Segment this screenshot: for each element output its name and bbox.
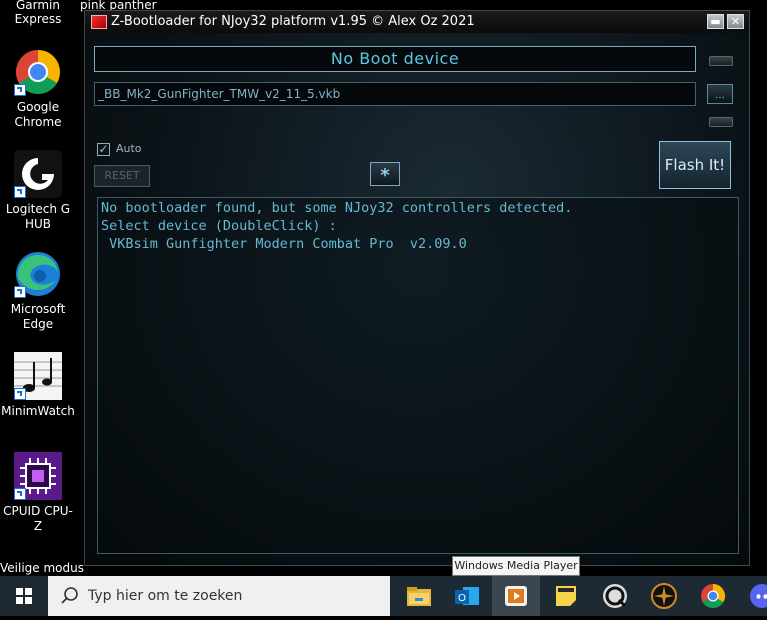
shortcut-arrow-icon	[14, 488, 26, 500]
window-title: Z-Bootloader for NJoy32 platform v1.95 ©…	[111, 11, 475, 33]
edge-icon	[14, 250, 62, 298]
shortcut-arrow-icon	[14, 84, 26, 96]
edge-label-line2: Edge	[0, 317, 76, 332]
close-button[interactable]: ✕	[727, 14, 744, 29]
shortcut-arrow-icon	[14, 286, 26, 298]
desktop-icon-cpu-z[interactable]: CPUID CPU-Z	[0, 452, 76, 534]
side-button-top[interactable]	[709, 56, 733, 66]
windows-media-player-icon[interactable]	[502, 582, 530, 610]
sticky-notes-icon[interactable]	[552, 582, 580, 610]
windows-logo-icon	[0, 576, 48, 616]
log-line: Select device (DoubleClick) :	[101, 217, 735, 235]
shortcut-arrow-icon	[14, 186, 26, 198]
taskbar-tooltip: Windows Media Player	[452, 556, 580, 576]
reset-button[interactable]: RESET	[94, 165, 150, 187]
search-icon	[60, 586, 80, 606]
garmin-label-line2: Express	[0, 12, 76, 26]
window-client-area: No Boot device _BB_Mk2_GunFighter_TMW_v2…	[85, 33, 749, 565]
edge-label-line1: Microsoft	[0, 302, 76, 317]
app-icon	[91, 15, 107, 29]
auto-checkbox[interactable]: ✓	[97, 143, 110, 156]
auto-checkbox-label: Auto	[116, 142, 142, 155]
file-explorer-icon[interactable]	[405, 582, 433, 610]
chrome-label-line1: Google	[0, 100, 76, 115]
taskbar-search-box[interactable]: Typ hier om te zoeken	[48, 576, 390, 616]
quicktime-icon[interactable]	[601, 582, 629, 610]
chrome-icon	[14, 48, 62, 96]
music-notes-icon	[14, 352, 62, 400]
log-line: No bootloader found, but some NJoy32 con…	[101, 199, 735, 217]
desktop-icon-chrome[interactable]: Google Chrome	[0, 48, 76, 130]
minimwatch-label: MinimWatch	[0, 404, 76, 419]
side-button-bottom[interactable]	[709, 117, 733, 127]
browse-button[interactable]: ...	[707, 84, 733, 104]
minimize-button[interactable]: ▬	[707, 14, 724, 29]
outlook-icon[interactable]: O	[453, 582, 481, 610]
shortcut-arrow-icon	[14, 388, 26, 400]
desktop-icon-edge[interactable]: Microsoft Edge	[0, 250, 76, 332]
star-button[interactable]: *	[370, 162, 400, 186]
device-list-item[interactable]: VKBsim Gunfighter Modern Combat Pro v2.0…	[101, 235, 735, 253]
chrome-icon[interactable]	[699, 582, 727, 610]
desktop-icon-minimwatch[interactable]: MinimWatch	[0, 352, 76, 419]
desktop-label-garmin[interactable]: Garmin Express	[0, 0, 76, 26]
logitech-g-icon	[14, 150, 62, 198]
svg-text:O: O	[458, 593, 466, 604]
discord-icon[interactable]	[748, 582, 767, 610]
desktop-label-veilige-modus: Veilige modus	[0, 561, 84, 575]
firmware-file-field[interactable]: _BB_Mk2_GunFighter_TMW_v2_11_5.vkb	[94, 82, 696, 106]
cpu-z-label: CPUID CPU-Z	[0, 504, 76, 534]
device-log[interactable]: No bootloader found, but some NJoy32 con…	[97, 197, 739, 554]
z-bootloader-window: Z-Bootloader for NJoy32 platform v1.95 ©…	[84, 10, 750, 566]
flash-button[interactable]: Flash It!	[659, 141, 731, 189]
logitech-label-line1: Logitech G	[0, 202, 76, 217]
desktop-icon-logitech-g-hub[interactable]: Logitech G HUB	[0, 150, 76, 232]
title-bar[interactable]: Z-Bootloader for NJoy32 platform v1.95 ©…	[85, 11, 749, 33]
taskbar: Typ hier om te zoeken O	[0, 576, 767, 616]
chrome-label-line2: Chrome	[0, 115, 76, 130]
logitech-label-line2: HUB	[0, 217, 76, 232]
cpu-icon	[14, 452, 62, 500]
compass-app-icon[interactable]	[650, 582, 678, 610]
boot-device-status: No Boot device	[94, 46, 696, 72]
search-placeholder: Typ hier om te zoeken	[88, 576, 242, 616]
start-button[interactable]	[0, 576, 48, 616]
garmin-label-line1: Garmin	[0, 0, 76, 12]
